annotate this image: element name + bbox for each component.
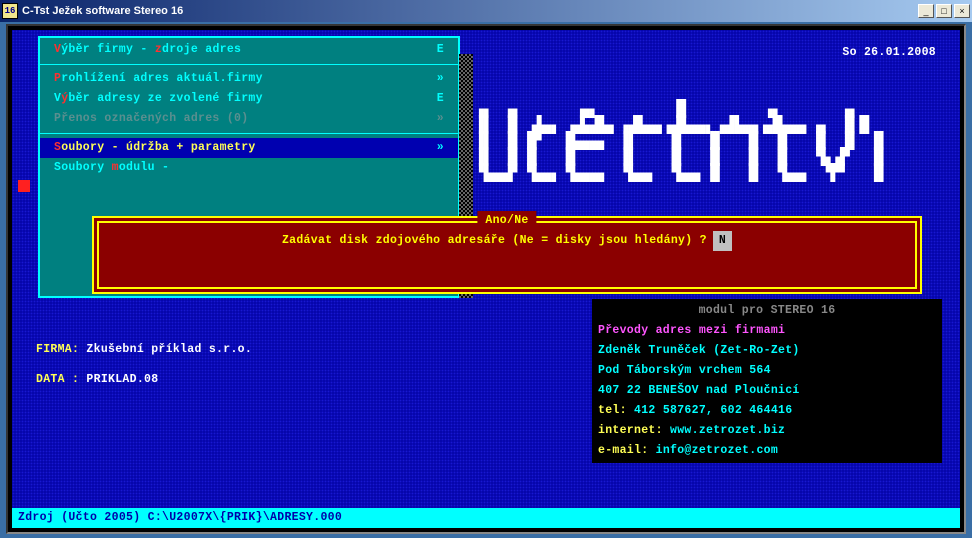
close-button[interactable]: × <box>954 4 970 18</box>
menu-item-prenos: Přenos označených adres (0) » <box>40 109 458 129</box>
firm-info: FIRMA: Zkušební příklad s.r.o. DATA : PR… <box>36 340 252 390</box>
menu-separator <box>40 64 458 65</box>
status-bar: Zdroj (Učto 2005) C:\U2007X\{PRIK}\ADRES… <box>12 508 960 528</box>
banner-logo: ▗▖ ▗▖ ▄▖ █ ▗▖ ▗▖ ▐▌ ▐▌ ▟▄▖ ▄▙▟▙▖▗▟▙▄▖▄█▄… <box>474 101 888 181</box>
minimize-button[interactable]: _ <box>918 4 934 18</box>
menu-item-vyber-adresy[interactable]: Výběr adresy ze zvolené firmy E <box>40 89 458 109</box>
info-author: Zdeněk Truněček (Zet-Ro-Zet) <box>598 341 936 361</box>
window-title: C-Tst Ježek software Stereo 16 <box>22 5 918 17</box>
dialog-input[interactable]: N <box>713 231 732 251</box>
dialog-prompt: Zadávat disk zdojového adresáře (Ne = di… <box>282 231 707 251</box>
maximize-button[interactable]: □ <box>936 4 952 18</box>
menu-item-prohlizeni[interactable]: Prohlížení adres aktuál.firmy » <box>40 69 458 89</box>
window-title-bar: 16 C-Tst Ježek software Stereo 16 _ □ × <box>0 0 972 22</box>
menu-item-vyber-firmy[interactable]: Výběr firmy - zdroje adres E <box>40 40 458 60</box>
menu-indicator <box>18 180 30 192</box>
info-street: Pod Táborským vrchem 564 <box>598 361 936 381</box>
vendor-info: modul pro STEREO 16 Převody adres mezi f… <box>592 299 942 463</box>
date-display: So 26.01.2008 <box>842 43 936 63</box>
info-title: Převody adres mezi firmami <box>598 321 936 341</box>
dialog-box: Ano/Ne Zadávat disk zdojového adresáře (… <box>92 216 922 294</box>
app-icon: 16 <box>2 3 18 19</box>
dos-screen: So 26.01.2008 Výběr firmy - zdroje adres… <box>6 24 966 534</box>
info-city: 407 22 BENEŠOV nad Ploučnicí <box>598 381 936 401</box>
info-module: modul pro STEREO 16 <box>598 301 936 321</box>
dialog-title: Ano/Ne <box>477 211 536 231</box>
menu-item-soubory-udrzba[interactable]: Soubory - údržba + parametry » <box>40 138 458 158</box>
menu-item-soubory-modulu[interactable]: Soubory modulu - <box>40 158 458 178</box>
menu-separator <box>40 133 458 134</box>
